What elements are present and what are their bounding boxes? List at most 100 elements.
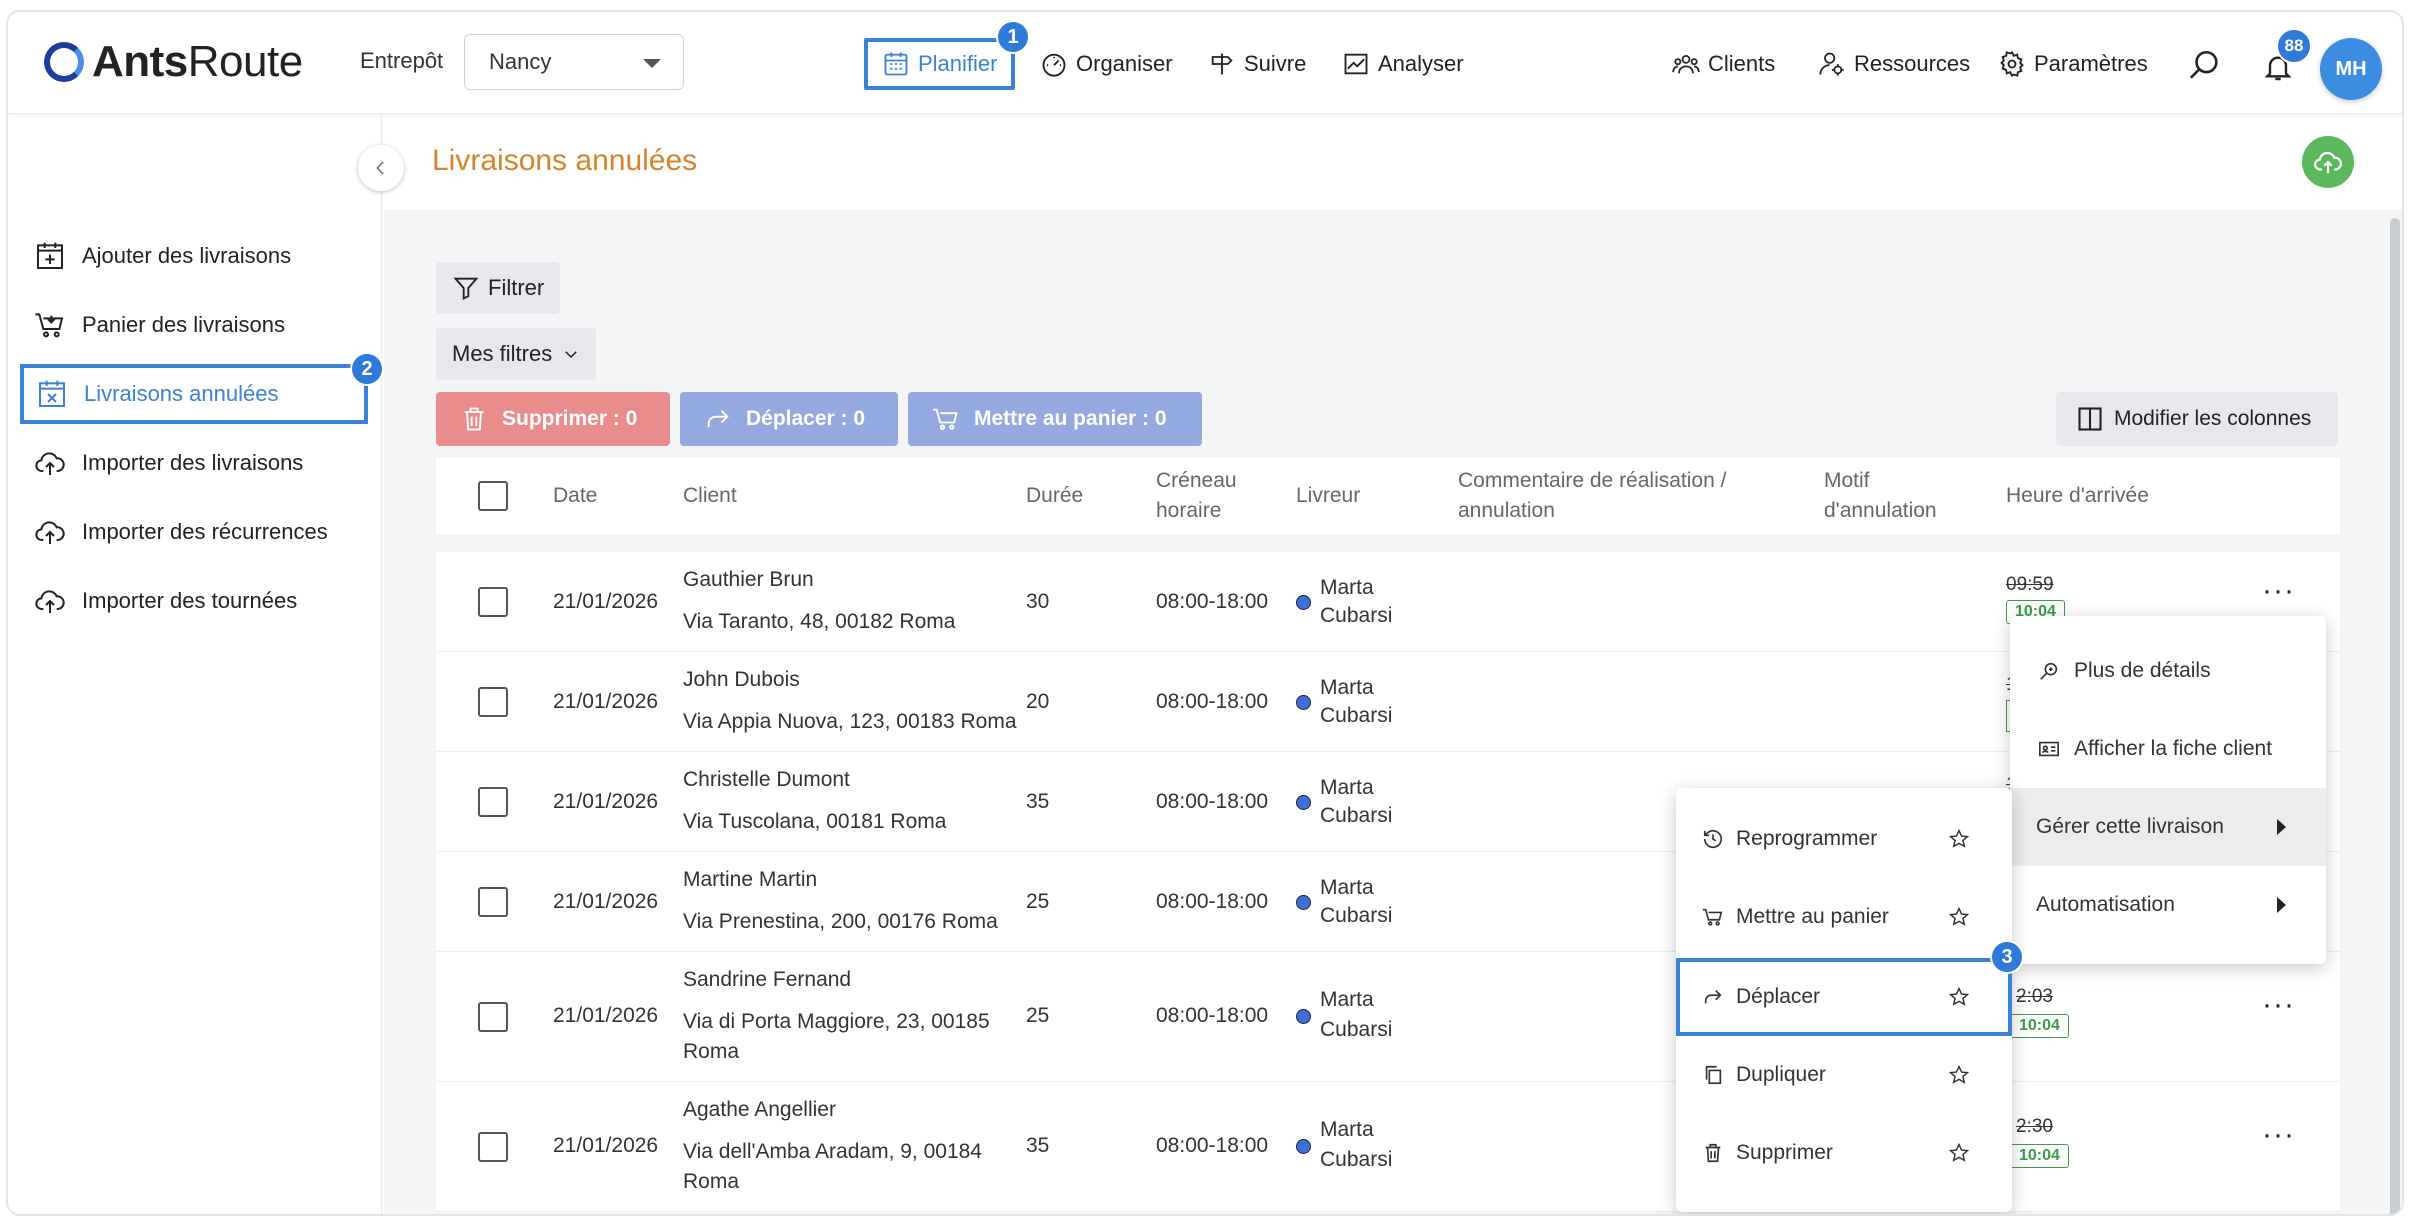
edit-columns-button[interactable]: Modifier les colonnes	[2056, 392, 2338, 446]
column-header-comment-line2: annulation	[1458, 499, 1555, 522]
row-checkbox[interactable]	[478, 587, 508, 617]
column-header-time-slot[interactable]: Créneau horaire	[1156, 466, 1237, 526]
cart-icon	[933, 408, 958, 430]
column-header-driver[interactable]: Livreur	[1296, 481, 1360, 511]
column-header-comment-line1: Commentaire de réalisation /	[1458, 469, 1727, 492]
cart-icon	[35, 313, 64, 338]
nav-settings[interactable]: Paramètres	[1998, 38, 2148, 90]
nav-plan[interactable]: Planifier	[864, 38, 1016, 90]
nav-organize-label: Organiser	[1076, 51, 1173, 76]
nav-resources[interactable]: Ressources	[1818, 38, 1970, 90]
star-icon[interactable]	[1948, 1064, 1970, 1086]
row-driver-last: Cubarsi	[1320, 804, 1393, 827]
submenu-item-add-to-cart[interactable]: Mettre au panier	[1676, 878, 2012, 956]
sidebar-item-import-recurrences[interactable]: Importer des récurrences	[34, 507, 328, 557]
nav-analyze[interactable]: Analyser	[1342, 38, 1464, 90]
column-header-duration[interactable]: Durée	[1026, 481, 1083, 511]
bulk-delete-button[interactable]: Supprimer : 0	[436, 392, 670, 446]
row-checkbox[interactable]	[478, 1002, 508, 1032]
row-actual-time: 10:04	[2010, 1014, 2069, 1038]
vertical-scrollbar[interactable]	[2390, 218, 2400, 1214]
sidebar-item-add-deliveries[interactable]: Ajouter des livraisons	[34, 231, 291, 281]
submenu-item-delete[interactable]: Supprimer	[1676, 1114, 2012, 1192]
row-checkbox[interactable]	[478, 687, 508, 717]
row-driver-first: Marta	[1320, 676, 1374, 699]
row-client-name: John Dubois	[683, 668, 800, 691]
sidebar-item-import-tours[interactable]: Importer des tournées	[34, 576, 297, 626]
row-checkbox[interactable]	[478, 887, 508, 917]
star-icon[interactable]	[1948, 906, 1970, 928]
star-icon[interactable]	[1948, 986, 1970, 1008]
column-header-comment[interactable]: Commentaire de réalisation / annulation	[1458, 466, 1726, 526]
calendar-x-icon	[39, 380, 65, 407]
users-icon	[1672, 54, 1700, 74]
row-client-name: Gauthier Brun	[683, 568, 814, 591]
sidebar-item-label: Importer des livraisons	[82, 450, 304, 475]
row-date: 21/01/2026	[553, 1004, 659, 1027]
row-more-options-icon[interactable]: ···	[2262, 1118, 2295, 1152]
star-icon[interactable]	[1948, 828, 1970, 850]
trash-icon	[464, 407, 484, 431]
user-avatar[interactable]: MH	[2320, 38, 2382, 100]
nav-organize[interactable]: Organiser	[1040, 38, 1173, 90]
row-driver-last: Cubarsi	[1320, 904, 1393, 927]
warehouse-select[interactable]: Nancy	[464, 34, 684, 90]
menu-item-client-sheet[interactable]: Afficher la fiche client	[2010, 710, 2326, 788]
column-header-arrival-time[interactable]: Heure d'arrivée	[2006, 481, 2149, 511]
row-duration: 25	[1026, 890, 1050, 913]
search-icon[interactable]	[2188, 48, 2222, 82]
row-client-address: Via dell'Amba Aradam, 9, 00184	[683, 1140, 982, 1163]
sidebar-item-cancelled-deliveries[interactable]: Livraisons annulées	[20, 364, 368, 424]
star-icon[interactable]	[1948, 1142, 1970, 1164]
select-all-checkbox[interactable]	[478, 481, 508, 511]
nav-track[interactable]: Suivre	[1208, 38, 1306, 90]
filter-button[interactable]: Filtrer	[436, 262, 561, 314]
bulk-cart-button[interactable]: Mettre au panier : 0	[908, 392, 1202, 446]
submenu-item-move[interactable]: Déplacer	[1676, 958, 2012, 1036]
submenu-item-reschedule[interactable]: Reprogrammer	[1676, 800, 2012, 878]
cloud-upload-icon	[35, 521, 65, 544]
bulk-move-button[interactable]: Déplacer : 0	[680, 392, 898, 446]
row-client-name: Martine Martin	[683, 868, 818, 891]
collapse-sidebar-button[interactable]	[358, 145, 404, 191]
row-time-slot: 08:00-18:00	[1156, 790, 1269, 813]
row-more-options-icon[interactable]: ···	[2262, 574, 2295, 608]
table-row[interactable]: 21/01/2026 Agathe Angellier Via dell'Amb…	[436, 1082, 2340, 1212]
driver-status-dot	[1296, 890, 1321, 914]
columns-icon	[2078, 407, 2102, 431]
row-checkbox[interactable]	[478, 1132, 508, 1162]
row-driver-first: Marta	[1320, 1118, 1374, 1141]
sidebar-item-delivery-cart[interactable]: Panier des livraisons	[34, 300, 285, 350]
row-driver-first: Marta	[1320, 576, 1374, 599]
column-header-client[interactable]: Client	[683, 481, 737, 511]
row-driver-first: Marta	[1320, 776, 1374, 799]
my-filters-label: Mes filtres	[452, 341, 553, 366]
submenu-item-duplicate[interactable]: Dupliquer	[1676, 1036, 2012, 1114]
row-more-options-icon[interactable]: ···	[2262, 988, 2295, 1022]
menu-item-automation[interactable]: Automatisation	[2010, 866, 2326, 944]
row-time-slot: 08:00-18:00	[1156, 690, 1269, 713]
antsroute-logo[interactable]: AntsRoute	[44, 34, 303, 90]
table-row[interactable]: 21/01/2026 Sandrine Fernand Via di Porta…	[436, 952, 2340, 1082]
column-header-date[interactable]: Date	[553, 481, 597, 511]
sidebar-item-import-deliveries[interactable]: Importer des livraisons	[34, 438, 303, 488]
nav-clients[interactable]: Clients	[1672, 38, 1775, 90]
row-checkbox[interactable]	[478, 787, 508, 817]
sidebar-item-label: Panier des livraisons	[82, 312, 285, 337]
row-driver-first: Marta	[1320, 988, 1374, 1011]
row-client-address: Via Tuscolana, 00181 Roma	[683, 810, 947, 833]
row-planned-time: 2:30	[2016, 1116, 2053, 1137]
row-duration: 20	[1026, 690, 1050, 713]
warehouse-value: Nancy	[489, 49, 552, 74]
cloud-upload-button[interactable]	[2302, 136, 2354, 188]
menu-item-label: Plus de détails	[2074, 659, 2211, 682]
column-header-reason[interactable]: Motif d'annulation	[1824, 466, 1937, 526]
menu-item-manage-delivery[interactable]: Gérer cette livraison	[2010, 788, 2326, 866]
my-filters-dropdown[interactable]: Mes filtres	[436, 328, 597, 380]
caret-right-icon	[2277, 897, 2286, 913]
row-client-address-line2: Roma	[683, 1040, 740, 1063]
column-header-time-slot-line1: Créneau	[1156, 469, 1237, 492]
menu-item-more-details[interactable]: Plus de détails	[2010, 632, 2326, 710]
submenu-item-label: Mettre au panier	[1736, 905, 1889, 928]
nav-resources-label: Ressources	[1854, 51, 1971, 76]
